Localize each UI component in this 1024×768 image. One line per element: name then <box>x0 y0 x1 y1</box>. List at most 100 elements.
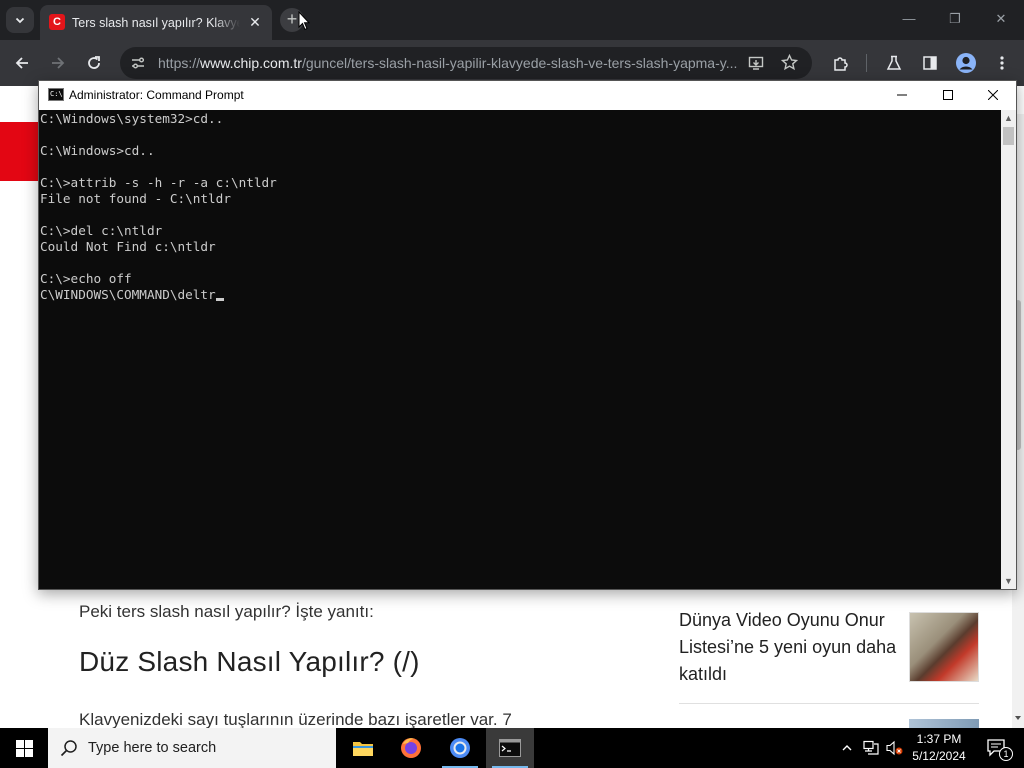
volume-muted-icon <box>886 740 903 756</box>
folder-icon <box>353 742 373 756</box>
console-input-line[interactable]: C\WINDOWS\COMMAND\deltr <box>40 287 1001 303</box>
notification-badge: 1 <box>999 747 1013 761</box>
forward-button[interactable] <box>44 49 72 77</box>
cmd-scroll-up-icon[interactable]: ▲ <box>1001 110 1016 126</box>
browser-minimize-button[interactable]: — <box>894 8 924 30</box>
install-app-icon[interactable] <box>748 55 764 71</box>
cmd-app-icon: C:\ <box>48 88 64 101</box>
cmd-console-output[interactable]: C:\Windows\system32>cd.. C:\Windows>cd..… <box>39 110 1001 589</box>
address-bar[interactable]: https://www.chip.com.tr/guncel/ters-slas… <box>120 47 812 79</box>
cmd-title: Administrator: Command Prompt <box>69 88 244 102</box>
chevron-up-icon <box>842 745 852 751</box>
sidebar-article-thumbnail-2[interactable] <box>909 719 979 728</box>
console-line: C:\Windows>cd.. <box>40 143 155 158</box>
cmd-scroll-thumb[interactable] <box>1003 127 1014 145</box>
tab-close-icon[interactable]: ✕ <box>246 13 264 31</box>
start-button[interactable] <box>0 728 48 768</box>
arrow-left-icon <box>15 57 28 69</box>
maximize-icon <box>943 90 953 100</box>
browser-restore-button[interactable]: ❐ <box>940 8 970 30</box>
article-body: Klavyenizdeki sayı tuşlarının üzerinde b… <box>79 710 512 728</box>
browser-menu-button[interactable] <box>988 49 1016 77</box>
text-cursor <box>215 298 224 301</box>
tray-overflow-button[interactable] <box>836 728 858 768</box>
close-icon <box>987 89 999 101</box>
extensions-button[interactable] <box>826 49 854 77</box>
windows-taskbar: Type here to search 1:37 PM 5/12/2024 1 <box>0 728 1024 768</box>
arrow-right-icon <box>52 57 65 69</box>
taskbar-firefox[interactable] <box>387 728 435 768</box>
cmd-scrollbar[interactable]: ▲ ▼ <box>1001 110 1016 589</box>
console-line: C:\>del c:\ntldr <box>40 223 163 238</box>
firefox-icon <box>401 738 421 758</box>
terminal-icon <box>499 739 521 757</box>
more-vertical-icon <box>1000 56 1004 70</box>
mouse-cursor-icon <box>298 11 310 31</box>
page-scroll-down-icon[interactable] <box>1012 712 1024 724</box>
console-line: File not found - C:\ntldr <box>40 191 231 206</box>
console-line: Could Not Find c:\ntldr <box>40 239 216 254</box>
chip-favicon-icon: C <box>49 14 65 30</box>
site-info-icon[interactable] <box>130 55 146 71</box>
cmd-titlebar[interactable]: C:\ Administrator: Command Prompt <box>39 81 1016 110</box>
taskbar-clock[interactable]: 1:37 PM 5/12/2024 <box>904 731 974 765</box>
tab-active[interactable]: C Ters slash nasıl yapılır? Klavyede sla… <box>40 5 272 40</box>
network-icon <box>863 740 879 755</box>
cmd-scroll-down-icon[interactable]: ▼ <box>1001 573 1016 589</box>
url-scheme: https:// <box>158 55 201 71</box>
console-line: C:\Windows\system32>cd.. <box>40 111 224 126</box>
sidebar-article-thumbnail[interactable] <box>909 612 979 682</box>
console-line: C:\>echo off <box>40 271 132 286</box>
windows-logo-icon <box>15 739 33 757</box>
taskbar-file-explorer[interactable] <box>339 728 387 768</box>
puzzle-icon <box>833 56 848 71</box>
tab-title: Ters slash nasıl yapılır? Klavyede slash… <box>72 16 240 30</box>
sidebar-divider <box>679 703 979 704</box>
console-input-text: C\WINDOWS\COMMAND\deltr <box>40 287 216 302</box>
back-button[interactable] <box>8 49 36 77</box>
profile-avatar-icon <box>956 53 976 73</box>
clock-date: 5/12/2024 <box>912 749 966 763</box>
clock-time: 1:37 PM <box>916 732 962 746</box>
volume-status[interactable] <box>884 728 906 768</box>
side-panel-icon <box>923 56 937 70</box>
tab-search-button[interactable] <box>6 7 34 33</box>
minimize-icon <box>897 94 907 96</box>
labs-button[interactable] <box>880 49 908 77</box>
taskbar-chrome[interactable] <box>436 728 484 768</box>
cmd-minimize-button[interactable] <box>879 81 925 110</box>
sidebar-article-link[interactable]: Dünya Video Oyunu Onur Listesi’ne 5 yeni… <box>679 607 901 688</box>
flask-icon <box>886 55 902 70</box>
chevron-down-icon <box>15 17 25 24</box>
bookmark-star-icon[interactable] <box>781 54 798 71</box>
article-lead: Peki ters slash nasıl yapılır? İşte yanı… <box>79 602 374 621</box>
profile-button[interactable] <box>952 49 980 77</box>
url-text: https://www.chip.com.tr/guncel/ters-slas… <box>158 47 748 79</box>
desktop: C Ters slash nasıl yapılır? Klavyede sla… <box>0 0 1024 768</box>
browser-tab-strip: C Ters slash nasıl yapılır? Klavyede sla… <box>0 0 1024 40</box>
toolbar-divider <box>866 54 867 72</box>
network-status[interactable] <box>860 728 882 768</box>
console-line: C:\>attrib -s -h -r -a c:\ntldr <box>40 175 277 190</box>
url-host: www.chip.com.tr <box>200 55 302 71</box>
browser-close-button[interactable]: ✕ <box>986 8 1016 30</box>
reload-icon <box>88 56 100 69</box>
command-prompt-window[interactable]: C:\ Administrator: Command Prompt C:\Win… <box>38 80 1017 590</box>
chip-logo[interactable] <box>0 122 42 181</box>
taskbar-command-prompt[interactable] <box>486 728 534 768</box>
reload-button[interactable] <box>80 49 108 77</box>
cmd-close-button[interactable] <box>970 81 1016 110</box>
search-placeholder: Type here to search <box>88 740 217 756</box>
search-icon <box>60 740 77 757</box>
side-panel-button[interactable] <box>916 49 944 77</box>
taskbar-search-box[interactable]: Type here to search <box>48 728 336 768</box>
article-heading: Düz Slash Nasıl Yapılır? (/) <box>79 646 420 677</box>
action-center-button[interactable]: 1 <box>980 728 1014 768</box>
chrome-icon <box>450 738 470 758</box>
url-path: /guncel/ters-slash-nasil-yapilir-klavyed… <box>301 55 738 71</box>
cmd-maximize-button[interactable] <box>925 81 971 110</box>
